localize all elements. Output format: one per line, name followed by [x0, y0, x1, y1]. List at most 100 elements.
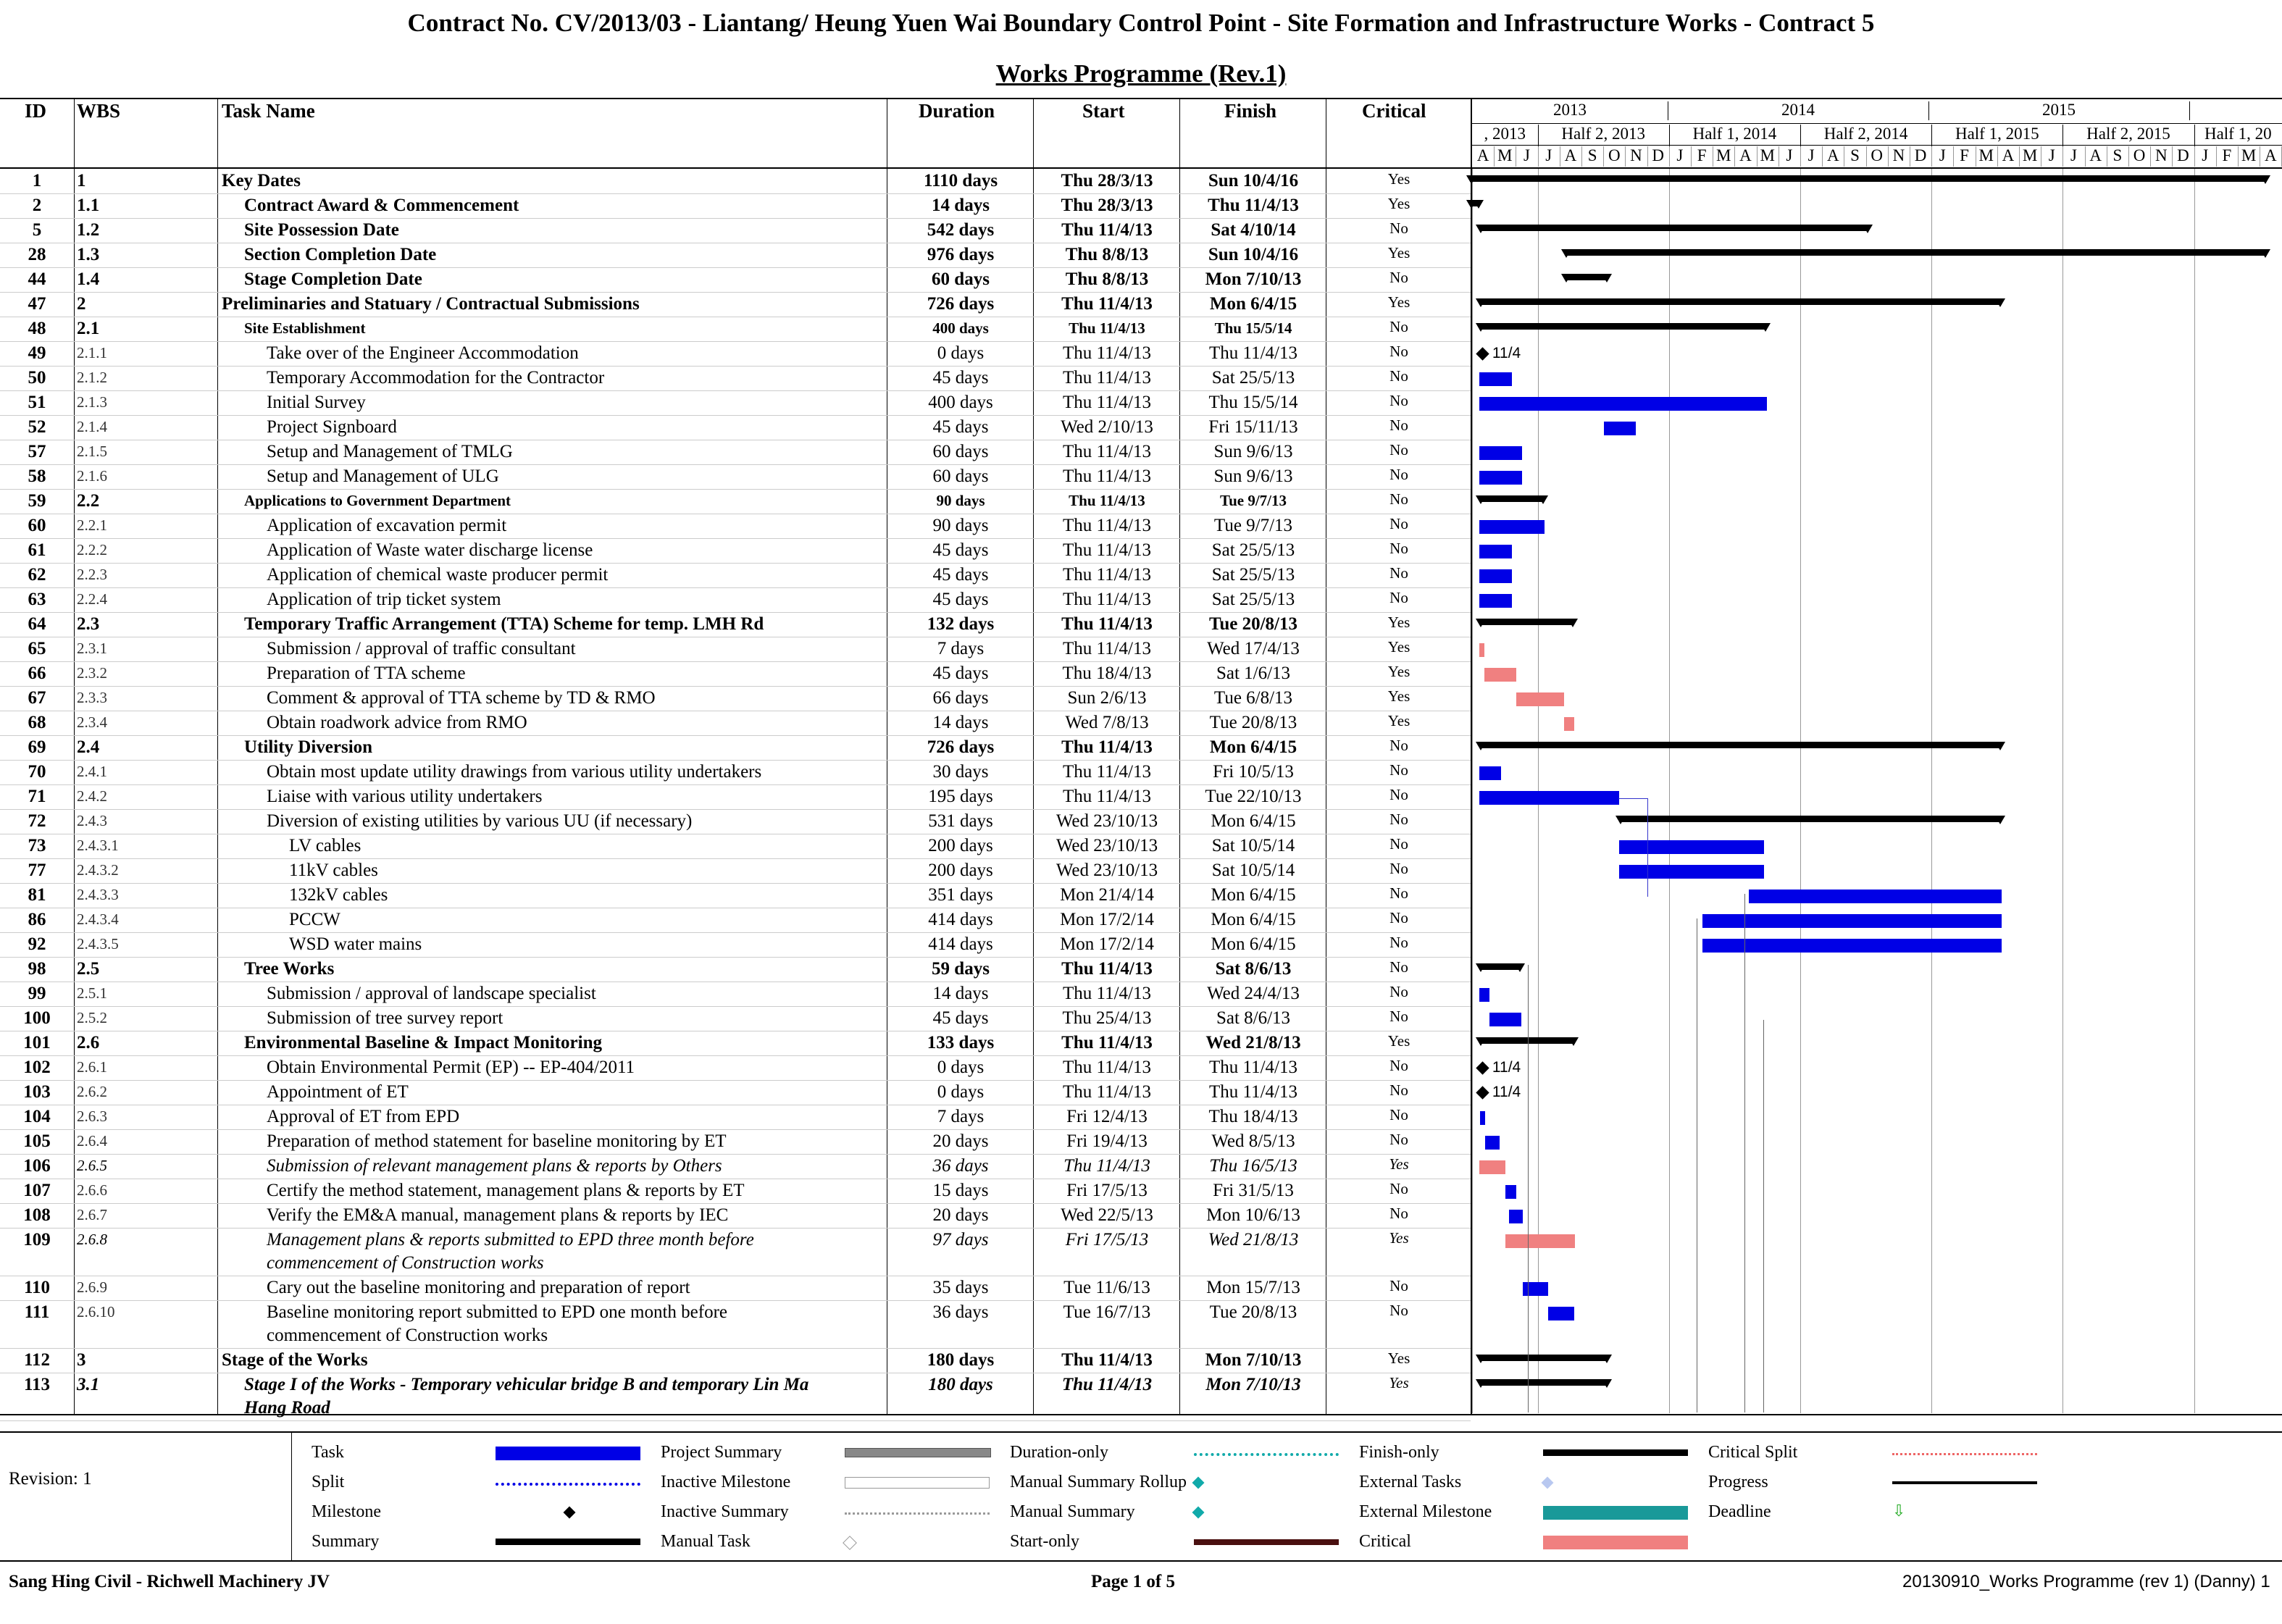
task-id: 69: [28, 737, 46, 757]
task-critical: Yes: [1387, 712, 1410, 729]
table-row: 49 2.1.1 Take over of the Engineer Accommo…: [0, 342, 1471, 367]
task-finish: Wed 17/4/13: [1207, 639, 1300, 658]
task-name: Environmental Baseline & Impact Monitori…: [244, 1033, 602, 1052]
timescale-month: S: [1587, 146, 1597, 164]
task-id: 113: [23, 1375, 51, 1394]
row-divider: [0, 1420, 1471, 1421]
timescale-half: Half 1, 2014: [1692, 125, 1777, 143]
timescale-month: J: [1524, 146, 1530, 164]
task-name: Stage I of the Works - Temporary vehicul…: [244, 1375, 809, 1394]
task-id: 108: [23, 1205, 51, 1225]
task-finish: Mon 6/4/15: [1211, 934, 1296, 954]
task-start: Thu 11/4/13: [1063, 540, 1151, 560]
dependency-line: [1647, 798, 1648, 897]
table-row: 72 2.4.3 Diversion of existing utilities b…: [0, 810, 1471, 834]
task-critical: Yes: [1387, 170, 1410, 188]
critical-task-bar: [1516, 692, 1564, 706]
table-row: 98 2.5 Tree Works 59 days Thu 11/4/13 Sat 8/6…: [0, 958, 1471, 982]
task-name: Section Completion Date: [244, 245, 437, 264]
task-start: Mon 21/4/14: [1060, 885, 1154, 905]
task-name: Approval of ET from EPD: [267, 1107, 460, 1126]
task-finish: Thu 11/4/13: [1209, 1058, 1297, 1077]
table-row: 60 2.2.1 Application of excavation permit 9…: [0, 514, 1471, 539]
task-critical: Yes: [1387, 1032, 1410, 1050]
task-duration: 351 days: [928, 885, 993, 905]
footer-filename: 20130910_Works Programme (rev 1) (Danny)…: [1902, 1572, 2270, 1591]
document-subtitle: Works Programme (Rev.1): [995, 59, 1287, 88]
task-name: PCCW: [289, 910, 340, 929]
legend-label: Progress: [1708, 1473, 1768, 1491]
task-critical: No: [1389, 318, 1408, 335]
legend-task-symbol: [496, 1447, 640, 1460]
task-finish: Sat 25/5/13: [1211, 368, 1295, 388]
legend-label: Summary: [312, 1532, 380, 1551]
task-name: Management plans & reports submitted to …: [267, 1230, 754, 1250]
task-name: Applications to Government Department: [244, 492, 511, 509]
col-header-duration: Duration: [919, 100, 995, 122]
task-start: Fri 19/4/13: [1066, 1131, 1148, 1151]
task-wbs: 2.6.10: [77, 1303, 115, 1320]
task-bar: [1548, 1307, 1574, 1320]
table-row: 110 2.6.9 Cary out the baseline monitoring…: [0, 1276, 1471, 1301]
legend-label: Finish-only: [1359, 1443, 1439, 1462]
table-row: 102 2.6.1 Obtain Environmental Permit (EP)…: [0, 1056, 1471, 1081]
task-duration: 531 days: [928, 811, 993, 831]
task-finish: Mon 6/4/15: [1209, 737, 1297, 757]
task-wbs: 2.6.2: [77, 1083, 107, 1100]
task-name: Diversion of existing utilities by vario…: [267, 811, 693, 831]
table-row: 59 2.2 Applications to Government Departme…: [0, 490, 1471, 514]
task-critical: Yes: [1387, 195, 1410, 212]
task-start: Thu 11/4/13: [1063, 590, 1151, 609]
table-row: 50 2.1.2 Temporary Accommodation for the C…: [0, 367, 1471, 391]
timescale-month: D: [1652, 146, 1664, 164]
timescale-month: J: [1939, 146, 1946, 164]
legend-label: Project Summary: [661, 1443, 782, 1462]
legend-external-tasks-symbol: [1541, 1476, 1554, 1489]
task-wbs: 2.4.1: [77, 763, 107, 780]
task-wbs: 2.4.3.5: [77, 935, 119, 953]
task-duration: 45 days: [932, 565, 989, 585]
task-finish: Sat 25/5/13: [1211, 590, 1295, 609]
task-name: Baseline monitoring report submitted to …: [267, 1302, 727, 1322]
task-critical: No: [1389, 589, 1408, 606]
task-wbs: 2.5.2: [77, 1009, 107, 1026]
task-duration: 7 days: [937, 639, 985, 658]
task-finish: Mon 7/10/13: [1205, 269, 1302, 289]
task-start: Wed 23/10/13: [1056, 811, 1158, 831]
task-duration: 0 days: [937, 343, 985, 363]
task-id: 109: [23, 1230, 51, 1250]
task-critical: No: [1389, 958, 1408, 976]
task-id: 103: [23, 1082, 51, 1102]
timescale-month: A: [2264, 146, 2277, 164]
task-finish: Sun 10/4/16: [1208, 171, 1299, 191]
task-duration: 20 days: [932, 1131, 989, 1151]
task-critical: No: [1389, 515, 1408, 532]
task-finish: Tue 6/8/13: [1213, 688, 1293, 708]
task-bar: [1505, 1185, 1516, 1199]
task-name: Appointment of ET: [267, 1082, 409, 1102]
task-finish: Wed 8/5/13: [1211, 1131, 1295, 1151]
table-row: 51 2.1.3 Initial Survey 400 days Thu 11/4/13…: [0, 391, 1471, 416]
table-row: 68 2.3.4 Obtain roadwork advice from RMO 14…: [0, 711, 1471, 736]
milestone-marker: [1476, 1061, 1489, 1075]
legend-label: Manual Summary: [1010, 1502, 1135, 1521]
task-start: Wed 23/10/13: [1056, 861, 1158, 880]
task-name: Submission of tree survey report: [267, 1008, 503, 1028]
task-start: Tue 16/7/13: [1063, 1302, 1151, 1322]
task-critical: No: [1389, 490, 1408, 508]
task-wbs: 1.2: [77, 220, 100, 240]
task-duration: 0 days: [937, 1082, 985, 1102]
timescale-half: Half 1, 20: [2204, 125, 2272, 143]
task-finish: Sun 9/6/13: [1213, 442, 1293, 461]
table-row: 66 2.3.2 Preparation of TTA scheme 45 days T…: [0, 662, 1471, 687]
task-wbs: 2.1: [77, 319, 100, 338]
task-name: Application of chemical waste producer p…: [267, 565, 609, 585]
task-start: Thu 11/4/13: [1063, 984, 1151, 1003]
footer-company: Sang Hing Civil - Richwell Machinery JV: [9, 1572, 330, 1591]
task-duration: 20 days: [932, 1205, 989, 1225]
revision-label: Revision: 1: [9, 1469, 92, 1489]
timescale-month: D: [2177, 146, 2189, 164]
task-name: Take over of the Engineer Accommodation: [267, 343, 579, 363]
task-duration: 60 days: [932, 269, 990, 289]
task-duration: 36 days: [932, 1302, 989, 1322]
